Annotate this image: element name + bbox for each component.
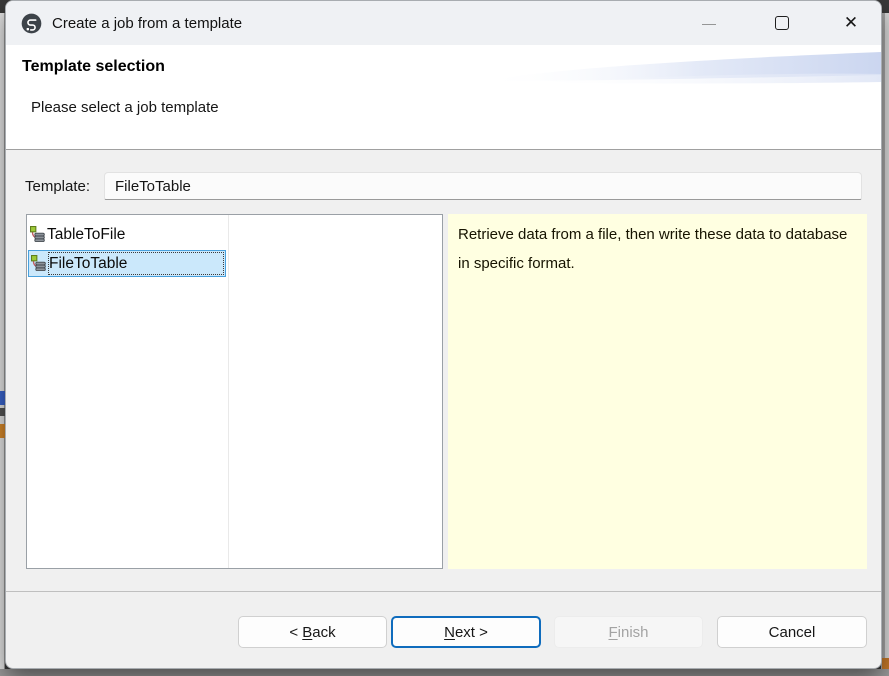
wizard-header: Template selection Please select a job t…: [6, 45, 881, 150]
cancel-button[interactable]: Cancel: [717, 616, 867, 648]
cancel-button-label: Cancel: [769, 624, 816, 641]
wizard-dialog: Create a job from a template — ✕: [5, 0, 882, 669]
close-icon: ✕: [844, 13, 858, 33]
minimize-button[interactable]: —: [687, 1, 731, 45]
background-window-sliver-right: [881, 13, 889, 669]
banner-swoosh-decoration: [481, 51, 881, 85]
page-subtitle: Please select a job template: [31, 99, 219, 116]
job-template-icon: [31, 255, 48, 272]
maximize-icon: [775, 16, 789, 30]
app-icon: [21, 13, 42, 34]
maximize-button[interactable]: [760, 1, 804, 45]
footer-separator: [6, 591, 881, 592]
job-template-icon: [30, 226, 47, 243]
back-button[interactable]: < Back: [238, 616, 387, 648]
focus-ring: FileToTable: [48, 252, 224, 275]
template-name-input[interactable]: [104, 172, 862, 200]
template-field-label: Template:: [25, 178, 90, 195]
column-divider: [228, 215, 229, 568]
list-item-tabletofile[interactable]: TableToFile: [28, 221, 226, 248]
template-description-panel: Retrieve data from a file, then write th…: [448, 214, 867, 569]
close-button[interactable]: ✕: [829, 1, 873, 45]
screenshot: Create a job from a template — ✕: [0, 0, 889, 676]
list-item-filetotable-selected[interactable]: FileToTable: [28, 250, 226, 277]
template-list: TableToFile FileToTable: [26, 214, 443, 569]
next-button[interactable]: Next >: [391, 616, 541, 648]
back-button-label: < Back: [289, 624, 335, 641]
minimize-icon: —: [702, 15, 716, 31]
finish-button-disabled[interactable]: Finish: [554, 616, 703, 648]
next-button-label: Next >: [444, 624, 488, 641]
titlebar[interactable]: Create a job from a template — ✕: [6, 1, 881, 45]
page-title: Template selection: [22, 58, 165, 76]
background-window-sliver-bottom: [0, 669, 889, 676]
finish-button-label: Finish: [608, 624, 648, 641]
list-item-label: FileToTable: [49, 255, 127, 273]
list-item-label: TableToFile: [47, 226, 125, 244]
background-window-fragment: [882, 658, 889, 669]
window-title: Create a job from a template: [52, 1, 242, 45]
